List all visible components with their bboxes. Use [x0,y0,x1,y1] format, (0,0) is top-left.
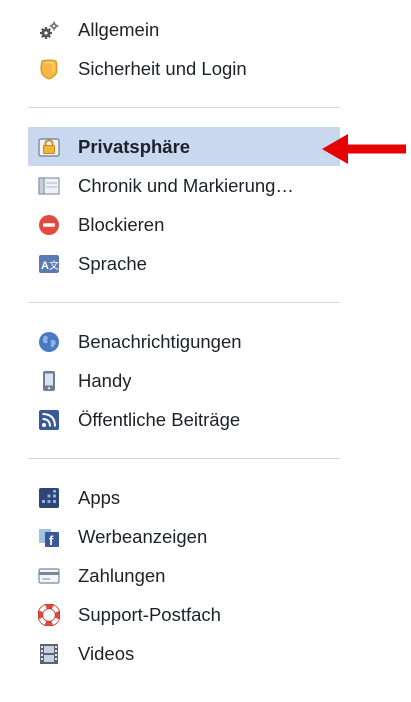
sidebar-item-chronik-und-markierung[interactable]: Chronik und Markierung… [28,166,340,205]
red-arrow-icon [322,134,406,164]
sidebar-item-sprache[interactable]: A 文 Sprache [28,244,340,283]
sidebar-item-benachrichtigungen[interactable]: Benachrichtigungen [28,322,340,361]
sidebar-divider [28,302,340,303]
sidebar-item-label: Sicherheit und Login [78,57,247,79]
credit-card-icon [38,565,60,587]
sidebar-group-privacy: Privatsphäre Chronik und Markierung… Blo… [28,127,340,283]
sidebar-item-support-postfach[interactable]: Support-Postfach [28,595,340,634]
sidebar-item-label: Benachrichtigungen [78,330,242,352]
svg-text:文: 文 [49,259,59,272]
apps-grid-icon [38,487,60,509]
svg-text:A: A [41,260,49,272]
sidebar-item-label: Öffentliche Beiträge [78,408,241,430]
sidebar-item-oeffentliche-beitraege[interactable]: Öffentliche Beiträge [28,400,340,439]
sidebar-item-werbeanzeigen[interactable]: f Werbeanzeigen [28,517,340,556]
sidebar-item-handy[interactable]: Handy [28,361,340,400]
sidebar-group-apps: Apps f Werbeanzeigen Zahlungen Support-P… [28,478,340,673]
svg-text:f: f [49,533,54,548]
sidebar-group-notifications: Benachrichtigungen Handy Öffentliche Bei… [28,322,340,439]
privacy-lock-icon [38,136,60,158]
security-badge-icon [38,58,60,80]
sidebar-divider [28,458,340,459]
film-strip-icon [38,643,60,665]
sidebar-group-general: Allgemein Sicherheit und Login [28,10,340,88]
sidebar-item-label: Werbeanzeigen [78,525,208,547]
timeline-icon [38,175,60,197]
mobile-phone-icon [38,370,60,392]
globe-notifications-icon [38,331,60,353]
sidebar-item-allgemein[interactable]: Allgemein [28,10,340,49]
sidebar-item-label: Videos [78,642,135,664]
gears-icon [38,19,60,41]
sidebar-item-privatsphaere[interactable]: Privatsphäre [28,127,340,166]
sidebar-item-label: Sprache [78,252,147,274]
sidebar-item-label: Zahlungen [78,564,166,586]
lifebuoy-icon [38,603,60,626]
settings-sidebar: Allgemein Sicherheit und Login Privatsph… [28,10,340,673]
sidebar-item-label: Blockieren [78,213,165,235]
sidebar-item-blockieren[interactable]: Blockieren [28,205,340,244]
sidebar-item-label: Chronik und Markierung… [78,174,294,196]
language-icon: A 文 [38,253,60,275]
sidebar-divider [28,107,340,108]
sidebar-item-zahlungen[interactable]: Zahlungen [28,556,340,595]
ads-icon: f [38,526,60,548]
sidebar-item-apps[interactable]: Apps [28,478,340,517]
block-icon [38,214,60,236]
sidebar-item-label: Handy [78,369,132,391]
sidebar-item-label: Apps [78,486,121,508]
rss-feed-icon [38,409,60,431]
sidebar-item-label: Allgemein [78,18,160,40]
sidebar-item-sicherheit-und-login[interactable]: Sicherheit und Login [28,49,340,88]
sidebar-item-videos[interactable]: Videos [28,634,340,673]
sidebar-item-label: Privatsphäre [78,135,191,157]
sidebar-item-label: Support-Postfach [78,603,221,625]
